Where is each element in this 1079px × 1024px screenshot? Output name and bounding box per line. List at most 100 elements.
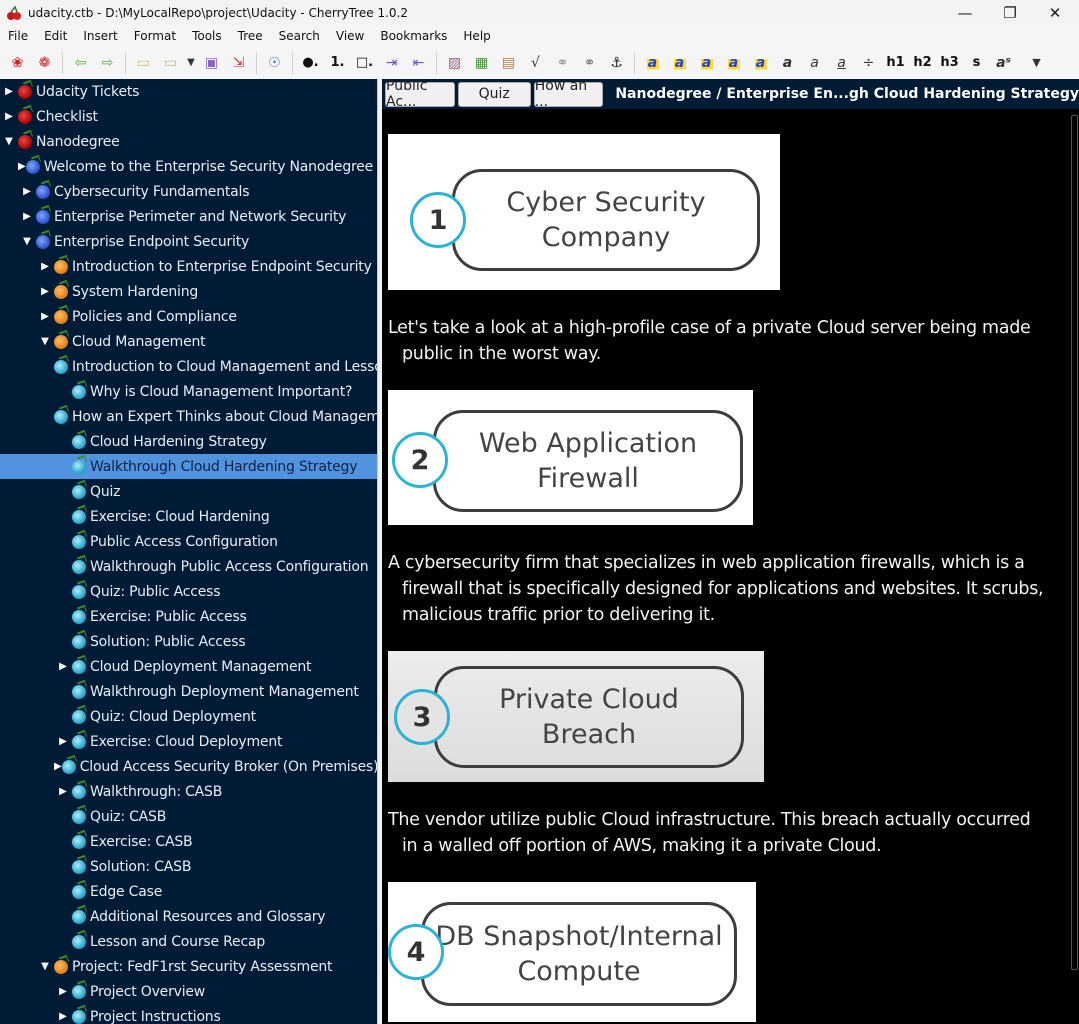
insert-link-alt-icon[interactable]: ⚭ — [576, 50, 603, 76]
bulleted-list-icon[interactable]: ●. — [297, 50, 324, 76]
numbered-list-icon[interactable]: 1. — [324, 50, 351, 76]
menu-tools[interactable]: Tools — [184, 29, 230, 43]
small-text-button[interactable]: s — [963, 50, 990, 76]
tree-node[interactable]: Additional Resources and Glossary — [0, 904, 377, 929]
open-folder-icon[interactable]: ▭ — [130, 50, 157, 76]
heading2-button[interactable]: h2 — [909, 50, 936, 76]
collapse-arrow-icon[interactable]: ▼ — [36, 958, 54, 976]
expand-arrow-icon[interactable]: ▶ — [18, 158, 26, 176]
text-color-icon[interactable]: a — [639, 49, 666, 76]
tree-node[interactable]: Exercise: Public Access — [0, 604, 377, 629]
tree-node[interactable]: Lesson and Course Recap — [0, 929, 377, 954]
tree-node[interactable]: ▶ Project Overview — [0, 979, 377, 1004]
expand-arrow-icon[interactable]: ▶ — [54, 658, 72, 676]
save-icon[interactable]: ▣ — [198, 50, 225, 76]
tab-public-access[interactable]: Public Ac... — [385, 78, 455, 110]
heading1-button[interactable]: h1 — [882, 50, 909, 76]
expand-arrow-icon[interactable]: ▶ — [54, 733, 72, 751]
expand-arrow-icon[interactable]: ▶ — [54, 758, 62, 776]
collapse-arrow-icon[interactable]: ▼ — [0, 133, 18, 151]
image-web-application-firewall[interactable]: Web Application Firewall 2 — [388, 390, 753, 525]
insert-latex-icon[interactable]: √ — [522, 50, 549, 76]
expand-arrow-icon[interactable]: ▶ — [36, 308, 54, 326]
rich-text-content[interactable]: Cyber Security Company 1 Let's take a loo… — [382, 109, 1079, 1024]
tree-node[interactable]: ▼ Enterprise Endpoint Security — [0, 229, 377, 254]
italic-icon[interactable]: a — [801, 50, 828, 76]
menu-help[interactable]: Help — [455, 29, 498, 43]
expand-arrow-icon[interactable]: ▶ — [18, 183, 36, 201]
menu-file[interactable]: File — [0, 29, 36, 43]
tree-node[interactable]: Walkthrough Cloud Hardening Strategy — [0, 454, 377, 479]
export-icon[interactable]: ⇲ — [225, 50, 252, 76]
remove-format-icon[interactable]: a — [693, 49, 720, 76]
menu-bookmarks[interactable]: Bookmarks — [372, 29, 455, 43]
menu-view[interactable]: View — [328, 29, 372, 43]
tree-node[interactable]: Walkthrough Deployment Management — [0, 679, 377, 704]
tree-node[interactable]: Solution: Public Access — [0, 629, 377, 654]
menu-format[interactable]: Format — [126, 29, 184, 43]
highlight-bg-icon[interactable]: a — [747, 49, 774, 76]
insert-image-icon[interactable]: ▨ — [441, 50, 468, 76]
image-cyber-security-company[interactable]: Cyber Security Company 1 — [388, 134, 780, 290]
dropdown-arrow-icon[interactable]: ▼ — [184, 50, 198, 76]
tree-node[interactable]: Quiz: CASB — [0, 804, 377, 829]
todo-list-icon[interactable]: □. — [351, 50, 378, 76]
expand-arrow-icon[interactable]: ▶ — [36, 258, 54, 276]
vertical-scrollbar[interactable] — [1071, 115, 1078, 970]
maximize-button[interactable]: ❐ — [987, 0, 1033, 25]
expand-arrow-icon[interactable]: ▶ — [54, 983, 72, 1001]
insert-table-icon[interactable]: ▦ — [468, 50, 495, 76]
tree-node[interactable]: Quiz: Public Access — [0, 579, 377, 604]
tree-node[interactable]: Exercise: Cloud Hardening — [0, 504, 377, 529]
menu-edit[interactable]: Edit — [36, 29, 75, 43]
insert-codebox-icon[interactable]: ▤ — [495, 50, 522, 76]
highlight-fg-icon[interactable]: a — [720, 49, 747, 76]
insert-link-icon[interactable]: ⚭ — [549, 50, 576, 76]
add-node-icon[interactable]: ❀ — [4, 50, 31, 76]
expand-arrow-icon[interactable]: ▶ — [54, 1008, 72, 1024]
tree-node[interactable]: ▶ Enterprise Perimeter and Network Securi… — [0, 204, 377, 229]
underline-icon[interactable]: a — [828, 50, 855, 76]
image-private-cloud-breach[interactable]: Private Cloud Breach 3 — [388, 651, 764, 782]
superscript-icon[interactable]: aˢ — [990, 50, 1017, 76]
tree-node[interactable]: Quiz: Cloud Deployment — [0, 704, 377, 729]
menu-tree[interactable]: Tree — [230, 29, 271, 43]
menu-search[interactable]: Search — [271, 29, 328, 43]
tree-node[interactable]: Walkthrough Public Access Configuration — [0, 554, 377, 579]
go-back-icon[interactable]: ⇦ — [67, 50, 94, 76]
open-recent-icon[interactable]: ▭ — [157, 50, 184, 76]
go-forward-icon[interactable]: ⇨ — [94, 50, 121, 76]
minimize-button[interactable]: — — [942, 0, 988, 25]
tree-node[interactable]: Public Access Configuration — [0, 529, 377, 554]
expand-arrow-icon[interactable]: ▶ — [0, 83, 18, 101]
indent-icon[interactable]: ⇥ — [378, 50, 405, 76]
tree-node[interactable]: ▶ Walkthrough: CASB — [0, 779, 377, 804]
tree-node[interactable]: ▶ Exercise: Cloud Deployment — [0, 729, 377, 754]
tree-node[interactable]: ▼ Nanodegree — [0, 129, 377, 154]
strikethrough-icon[interactable]: ÷ — [855, 50, 882, 76]
tree-node[interactable]: Edge Case — [0, 879, 377, 904]
expand-arrow-icon[interactable]: ▶ — [18, 208, 36, 226]
image-db-snapshot-internal-compute[interactable]: DB Snapshot/Internal Compute 4 — [388, 882, 756, 1022]
tree-node[interactable]: Why is Cloud Management Important? — [0, 379, 377, 404]
tree-node[interactable]: ▶ Policies and Compliance — [0, 304, 377, 329]
insert-anchor-icon[interactable]: ⚓ — [603, 50, 630, 76]
background-color-icon[interactable]: a — [666, 49, 693, 76]
menu-insert[interactable]: Insert — [75, 29, 125, 43]
more-dropdown-icon[interactable]: ▼ — [1023, 50, 1050, 76]
add-subnode-icon[interactable]: ❁ — [31, 50, 58, 76]
expand-arrow-icon[interactable]: ▶ — [36, 283, 54, 301]
tree-node[interactable]: ▶ System Hardening — [0, 279, 377, 304]
tree-node[interactable]: ▶ Cloud Deployment Management — [0, 654, 377, 679]
tab-quiz[interactable]: Quiz — [457, 81, 531, 107]
tree-node[interactable]: ▶ Introduction to Enterprise Endpoint Sec… — [0, 254, 377, 279]
expand-arrow-icon[interactable]: ▶ — [54, 783, 72, 801]
tree-node[interactable]: Quiz — [0, 479, 377, 504]
find-node-icon[interactable]: ☉ — [261, 50, 288, 76]
unindent-icon[interactable]: ⇤ — [405, 50, 432, 76]
tree-node[interactable]: Solution: CASB — [0, 854, 377, 879]
tree-node[interactable]: Introduction to Cloud Management and Les… — [0, 354, 377, 379]
tree-node[interactable]: ▼ Cloud Management — [0, 329, 377, 354]
expand-arrow-icon[interactable]: ▶ — [0, 108, 18, 126]
tree-node[interactable]: ▶ Welcome to the Enterprise Security Nano… — [0, 154, 377, 179]
